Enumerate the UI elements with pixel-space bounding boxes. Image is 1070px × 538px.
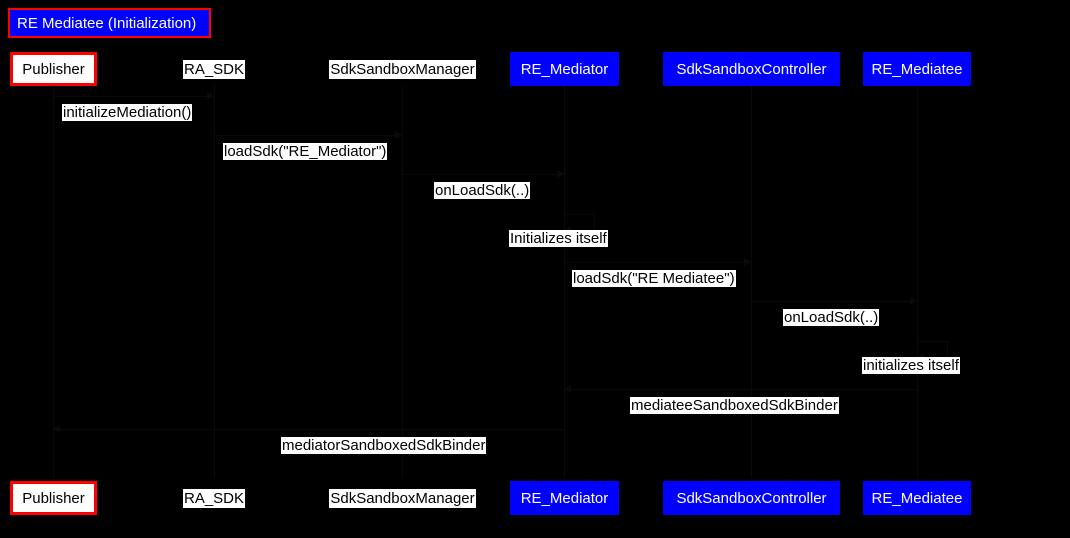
arrow-line-m8: [564, 389, 917, 390]
participant-ra-sdk-top[interactable]: RA_SDK: [170, 52, 258, 86]
participant-label: RE_Mediator: [520, 60, 609, 78]
arrow-line-m4: [564, 214, 594, 215]
participant-label: SdkSandboxManager: [329, 488, 476, 508]
message-label-on-load-sdk-mediatee: onLoadSdk(..): [783, 309, 880, 327]
arrow-head-m5: [744, 258, 751, 266]
arrow-line-m7-b: [947, 341, 948, 357]
participant-label: RE_Mediator: [520, 489, 609, 507]
participant-sdk-sandbox-manager-bottom[interactable]: SdkSandboxManager: [325, 481, 480, 515]
participant-label: RE_Mediatee: [871, 489, 963, 507]
message-text: initializes itself: [862, 357, 960, 374]
message-label-load-sdk-re-mediator: loadSdk("RE_Mediator"): [223, 143, 388, 161]
arrow-line-m5: [564, 262, 751, 263]
arrow-head-m6: [910, 297, 917, 305]
participant-re-mediatee-top[interactable]: RE_Mediatee: [863, 52, 971, 86]
arrow-line-m4-b: [594, 214, 595, 230]
arrow-head-m3: [557, 170, 564, 178]
lifeline-publisher: [53, 86, 54, 478]
arrow-head-m2: [395, 131, 402, 139]
lifeline-re-mediatee: [917, 86, 918, 478]
message-text: loadSdk("RE Mediatee"): [572, 270, 736, 287]
arrow-head-m1: [207, 92, 214, 100]
participant-label: RE_Mediatee: [871, 60, 963, 78]
message-label-on-load-sdk-mediator: onLoadSdk(..): [434, 182, 531, 200]
message-label-load-sdk-re-mediatee: loadSdk("RE Mediatee"): [572, 270, 736, 288]
message-text: onLoadSdk(..): [434, 182, 531, 199]
message-label-initializes-itself-mediatee: initializes itself: [862, 357, 960, 375]
participant-label: Publisher: [22, 60, 85, 78]
participant-re-mediator-bottom[interactable]: RE_Mediator: [510, 481, 619, 515]
message-label-initialize-mediation: initializeMediation(): [62, 104, 193, 122]
message-label-initializes-itself-mediator: Initializes itself: [509, 230, 608, 248]
participant-label: SdkSandboxManager: [329, 59, 476, 79]
participant-publisher-top[interactable]: Publisher: [10, 52, 97, 86]
arrow-line-m6: [751, 301, 917, 302]
message-text: initializeMediation(): [62, 104, 193, 121]
participant-label: SdkSandboxController: [676, 489, 827, 507]
message-text: loadSdk("RE_Mediator"): [223, 143, 388, 160]
arrow-head-m8: [564, 385, 571, 393]
arrow-head-m9: [53, 425, 60, 433]
sequence-diagram-canvas: RE Mediatee (Initialization) Publisher R…: [0, 0, 1070, 538]
lifeline-ra-sdk: [214, 86, 215, 478]
arrow-line-m7: [917, 341, 947, 342]
arrow-line-m2: [214, 135, 402, 136]
message-label-mediator-sandboxed-sdk-binder: mediatorSandboxedSdkBinder: [281, 437, 487, 455]
participant-sdk-sandbox-controller-top[interactable]: SdkSandboxController: [663, 52, 840, 86]
participant-ra-sdk-bottom[interactable]: RA_SDK: [170, 481, 258, 515]
arrow-line-m3: [402, 174, 564, 175]
message-text: Initializes itself: [509, 230, 608, 247]
participant-re-mediatee-bottom[interactable]: RE_Mediatee: [863, 481, 971, 515]
participant-label: SdkSandboxController: [676, 60, 827, 78]
participant-label: RA_SDK: [182, 488, 246, 508]
message-text: onLoadSdk(..): [783, 309, 880, 326]
message-label-mediatee-sandboxed-sdk-binder: mediateeSandboxedSdkBinder: [630, 397, 839, 415]
lifeline-sdk-sandbox-manager: [402, 86, 403, 478]
lifeline-sdk-sandbox-controller: [751, 86, 752, 478]
participant-label: Publisher: [22, 489, 85, 507]
participant-sdk-sandbox-manager-top[interactable]: SdkSandboxManager: [325, 52, 480, 86]
message-text: mediateeSandboxedSdkBinder: [630, 397, 839, 414]
message-text: mediatorSandboxedSdkBinder: [281, 437, 487, 454]
diagram-title-box: RE Mediatee (Initialization): [8, 8, 211, 38]
diagram-title: RE Mediatee (Initialization): [17, 14, 197, 32]
participant-label: RA_SDK: [182, 59, 246, 79]
lifeline-re-mediator: [564, 86, 565, 478]
arrow-line-m9: [53, 429, 564, 430]
participant-publisher-bottom[interactable]: Publisher: [10, 481, 97, 515]
participant-sdk-sandbox-controller-bottom[interactable]: SdkSandboxController: [663, 481, 840, 515]
participant-re-mediator-top[interactable]: RE_Mediator: [510, 52, 619, 86]
arrow-line-m1: [53, 96, 214, 97]
